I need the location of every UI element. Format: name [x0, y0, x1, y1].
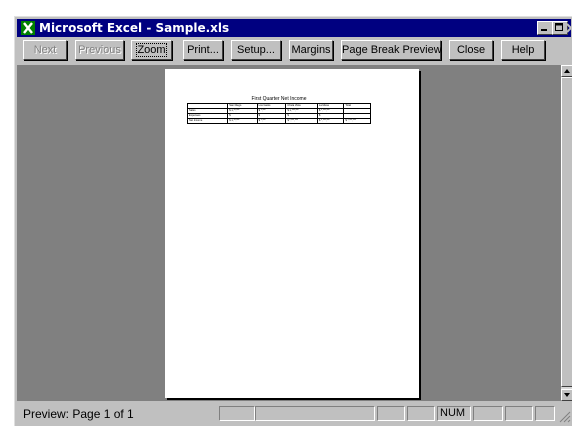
status-panel	[505, 406, 533, 421]
print-label: Print...	[187, 44, 219, 56]
cell: $ *,***,***	[285, 118, 318, 124]
zoom-label: Zoom	[136, 43, 167, 57]
cell: $ *,***,***	[316, 118, 345, 124]
status-panel	[377, 406, 405, 421]
page-break-preview-button[interactable]: Page Break Preview	[341, 40, 442, 60]
vertical-scrollbar[interactable]	[561, 65, 572, 401]
margins-label: Margins	[291, 44, 331, 56]
help-button[interactable]: Help	[501, 40, 545, 60]
arrow-up-icon	[564, 69, 570, 73]
cell: $ *,***,***	[343, 118, 371, 124]
print-preview-area[interactable]: First Quarter Net Income San Diego Los G…	[17, 65, 561, 401]
status-panel	[407, 406, 435, 421]
sheet-title: First Quarter Net Income	[251, 96, 307, 102]
minimize-button[interactable]	[537, 21, 553, 35]
cell: $ 1,**,***	[227, 118, 258, 124]
zoom-button[interactable]: Zoom	[131, 40, 172, 60]
row-label: Net Income	[186, 118, 229, 124]
maximize-icon	[555, 23, 563, 31]
excel-icon	[21, 21, 35, 35]
status-panel	[535, 406, 555, 421]
setup-button[interactable]: Setup...	[231, 40, 281, 60]
preview-toolbar: Next Previous Zoom Print... Setup... Mar…	[15, 37, 572, 63]
sheet-table: San Diego Los Gatos Chula Vista La Mesa …	[186, 103, 371, 124]
status-text: Preview: Page 1 of 1	[23, 407, 134, 421]
help-label: Help	[511, 44, 535, 56]
close-button[interactable]: Close	[449, 40, 493, 60]
status-panel	[473, 406, 503, 421]
next-label: Next	[33, 44, 57, 56]
window-title: Microsoft Excel - Sample.xls	[39, 21, 230, 35]
setup-label: Setup...	[237, 44, 275, 56]
next-button[interactable]: Next	[23, 40, 67, 60]
arrow-down-icon	[564, 393, 570, 397]
previous-label: Previous	[78, 44, 121, 56]
close-label: Close	[456, 44, 486, 56]
previous-button[interactable]: Previous	[75, 40, 124, 60]
scroll-up-button[interactable]	[561, 65, 572, 77]
print-button[interactable]: Print...	[183, 40, 223, 60]
page-break-preview-label: Page Break Preview	[342, 44, 442, 56]
status-panel	[219, 406, 255, 421]
resize-grip-icon[interactable]	[557, 409, 571, 423]
minimize-icon	[541, 29, 547, 31]
status-panel	[255, 406, 375, 421]
title-bar[interactable]: Microsoft Excel - Sample.xls	[17, 19, 572, 37]
close-window-icon[interactable]	[567, 22, 572, 34]
scroll-thumb[interactable]	[561, 77, 572, 387]
status-bar: Preview: Page 1 of 1 NUM	[15, 403, 572, 425]
cell: $ *,***	[256, 118, 287, 124]
table-row: Net Income $ 1,**,*** $ *,*** $ *,***,**…	[186, 118, 371, 124]
preview-page[interactable]: First Quarter Net Income San Diego Los G…	[165, 69, 419, 398]
excel-window: Microsoft Excel - Sample.xls Next Previo…	[14, 16, 572, 426]
maximize-button[interactable]	[552, 21, 568, 35]
margins-button[interactable]: Margins	[289, 40, 333, 60]
scroll-down-button[interactable]	[561, 389, 572, 401]
num-indicator: NUM	[437, 406, 471, 421]
